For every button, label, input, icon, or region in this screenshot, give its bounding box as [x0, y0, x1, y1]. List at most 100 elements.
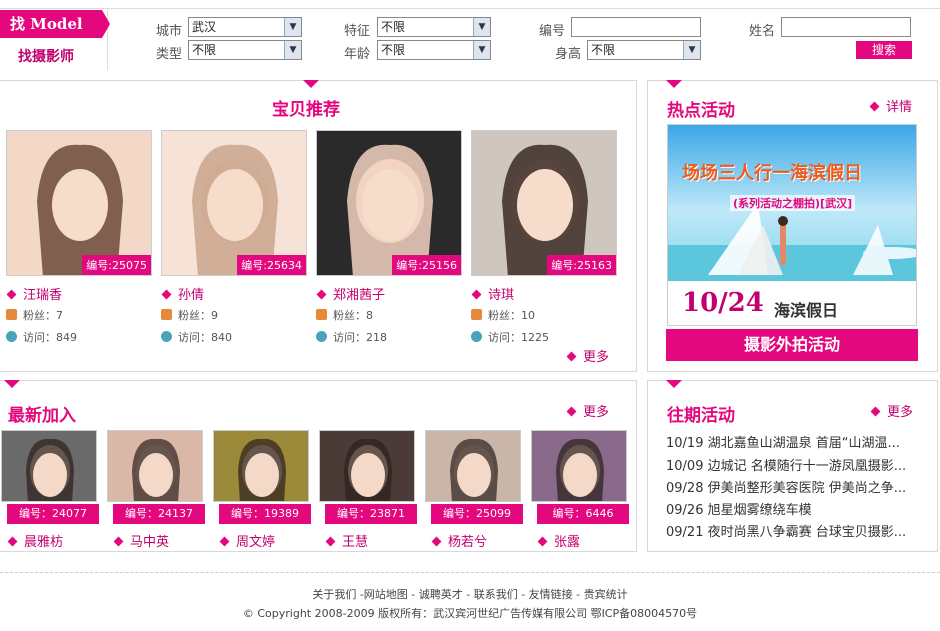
- diamond-icon: [219, 536, 230, 547]
- diamond-icon: [113, 536, 124, 547]
- past-more-link[interactable]: 更多: [870, 401, 913, 420]
- footer-links[interactable]: 关于我们 -网站地图 - 诚聘英才 - 联系我们 - 友情链接 - 贵宾统计: [0, 586, 940, 602]
- find-model-tab[interactable]: 找 Model: [0, 10, 102, 38]
- member-id-tag: 编号：25099: [431, 504, 523, 524]
- member-name-link[interactable]: 周文婷: [219, 531, 275, 550]
- member-name-link[interactable]: 马中英: [113, 531, 170, 550]
- search-button[interactable]: 搜索: [856, 41, 912, 59]
- new-member-photo[interactable]: [1, 430, 97, 502]
- activity-date: 10/24: [682, 288, 764, 318]
- number-input[interactable]: [571, 17, 701, 37]
- member-name-link[interactable]: 王慧: [325, 531, 369, 550]
- member-name: 王慧: [342, 535, 369, 550]
- visits-count: 218: [366, 331, 387, 344]
- visits-label: 访问：: [333, 331, 366, 344]
- model-fans: 粉丝：9: [161, 307, 218, 323]
- new-member-photo[interactable]: [319, 430, 415, 502]
- footer-divider: [0, 572, 940, 573]
- member-portrait-image: [320, 431, 414, 501]
- feature-select[interactable]: 不限 ▼: [377, 17, 491, 37]
- member-portrait-image: [426, 431, 520, 501]
- activity-event-name: 海滨假日: [774, 301, 839, 320]
- model-name-link[interactable]: 郑湘茜子: [316, 284, 385, 303]
- member-name: 杨若兮: [448, 535, 488, 550]
- model-name-link[interactable]: 孙倩: [161, 284, 204, 303]
- panel-notch-icon: [4, 380, 20, 388]
- model-id-tag: 编号:25634: [237, 255, 306, 275]
- height-label: 身高: [554, 47, 581, 62]
- model-visits: 访问：840: [161, 329, 232, 345]
- member-name-link[interactable]: 晨雅枋: [7, 531, 64, 550]
- new-member-photo[interactable]: [425, 430, 521, 502]
- model-name-link[interactable]: 汪瑞香: [6, 284, 62, 303]
- model-fans: 粉丝：10: [471, 307, 535, 323]
- model-fans: 粉丝：7: [6, 307, 63, 323]
- diamond-icon: [431, 536, 442, 547]
- past-activity-item[interactable]: 09/21 夜时尚黑八争霸赛 台球宝贝摄影...: [666, 521, 921, 540]
- dropdown-arrow-icon: ▼: [284, 18, 301, 36]
- diamond-icon: [869, 101, 880, 112]
- age-select-value: 不限: [381, 43, 406, 57]
- model-photo[interactable]: 编号:25075: [6, 130, 152, 276]
- model-photo[interactable]: 编号:25156: [316, 130, 462, 276]
- type-select[interactable]: 不限 ▼: [188, 40, 302, 60]
- member-name: 晨雅枋: [24, 535, 64, 550]
- dropdown-arrow-icon: ▼: [683, 41, 700, 59]
- past-activity-item[interactable]: 09/26 旭星烟雾缭绕车模: [666, 499, 921, 518]
- outdoor-shoot-button[interactable]: 摄影外拍活动: [666, 329, 918, 361]
- fans-label: 粉丝：: [178, 309, 211, 322]
- past-activity-title: 往期活动: [667, 406, 735, 426]
- member-id-tag: 编号：6446: [537, 504, 629, 524]
- fans-count: 7: [56, 309, 63, 322]
- new-member-photo[interactable]: [213, 430, 309, 502]
- model-id-tag: 编号:25163: [547, 255, 616, 275]
- hot-activity-title: 热点活动: [667, 101, 735, 121]
- diamond-icon: [325, 536, 336, 547]
- fans-icon: [471, 309, 482, 320]
- height-select-value: 不限: [591, 43, 616, 57]
- visits-count: 840: [211, 331, 232, 344]
- new-member-photo[interactable]: [531, 430, 627, 502]
- city-select[interactable]: 武汉 ▼: [188, 17, 302, 37]
- diamond-icon: [566, 406, 577, 417]
- past-activity-item[interactable]: 10/19 湖北嘉鱼山湖温泉 首届“山湖温...: [666, 432, 921, 451]
- member-id-tag: 编号：19389: [219, 504, 311, 524]
- visits-label: 访问：: [23, 331, 56, 344]
- visits-count: 1225: [521, 331, 549, 344]
- model-photo[interactable]: 编号:25163: [471, 130, 617, 276]
- visits-label: 访问：: [488, 331, 521, 344]
- dropdown-arrow-icon: ▼: [473, 41, 490, 59]
- member-name: 马中英: [130, 535, 170, 550]
- age-select[interactable]: 不限 ▼: [377, 40, 491, 60]
- member-portrait-image: [532, 431, 626, 501]
- newest-more-label: 更多: [583, 405, 610, 420]
- model-name-link[interactable]: 诗琪: [471, 284, 514, 303]
- age-label: 年龄: [343, 47, 370, 62]
- past-activity-item[interactable]: 10/09 边城记 名模随行十一游凤凰摄影...: [666, 455, 921, 474]
- diamond-icon: [7, 536, 18, 547]
- feature-select-value: 不限: [381, 20, 406, 34]
- name-input[interactable]: [781, 17, 911, 37]
- visits-icon: [471, 331, 482, 342]
- new-member-photo[interactable]: [107, 430, 203, 502]
- member-name-link[interactable]: 杨若兮: [431, 531, 488, 550]
- member-name-link[interactable]: 张露: [537, 531, 580, 550]
- hot-detail-link[interactable]: 详情: [869, 96, 912, 115]
- model-visits: 访问：849: [6, 329, 77, 345]
- find-photographer-tab[interactable]: 找摄影师: [18, 46, 74, 66]
- visits-icon: [316, 331, 327, 342]
- top-divider: [0, 8, 940, 9]
- footer-copyright: © Copyright 2008-2009 版权所有：武汉宾河世纪广告传媒有限公…: [242, 607, 698, 620]
- newest-more-link[interactable]: 更多: [566, 401, 610, 420]
- activity-banner[interactable]: 场场三人行一海滨假日 (系列活动之棚拍)[武汉] 10/24 海滨假日: [667, 124, 917, 326]
- diamond-icon: [471, 289, 482, 300]
- past-activity-item[interactable]: 09/28 伊美尚整形美容医院 伊美尚之争...: [666, 477, 921, 496]
- diamond-icon: [316, 289, 327, 300]
- diamond-icon: [537, 536, 548, 547]
- height-select[interactable]: 不限 ▼: [587, 40, 701, 60]
- fans-label: 粉丝：: [333, 309, 366, 322]
- member-id-tag: 编号：24137: [113, 504, 205, 524]
- panel-notch-icon: [666, 80, 682, 88]
- recommend-more-link[interactable]: 更多: [566, 346, 609, 365]
- model-photo[interactable]: 编号:25634: [161, 130, 307, 276]
